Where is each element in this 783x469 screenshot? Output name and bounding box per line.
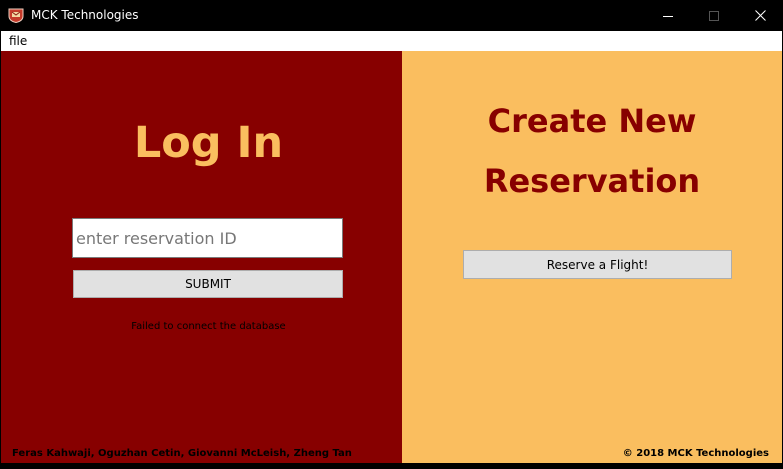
reservation-panel: Create New Reservation Reserve a Flight!…	[402, 51, 782, 463]
app-window: MCK Technologies file Log In SUBMIT Fail…	[0, 0, 783, 469]
menu-file[interactable]: file	[9, 33, 27, 49]
maximize-icon	[709, 6, 719, 25]
minimize-button[interactable]	[645, 0, 691, 31]
copyright-text: © 2018 MCK Technologies	[622, 448, 769, 459]
close-icon	[754, 6, 766, 25]
reserve-flight-button[interactable]: Reserve a Flight!	[463, 250, 732, 279]
status-message: Failed to connect the database	[131, 321, 286, 332]
title-bar[interactable]: MCK Technologies	[0, 0, 783, 31]
close-button[interactable]	[737, 0, 783, 31]
window-title: MCK Technologies	[31, 8, 139, 22]
reservation-title-line1: Create New	[487, 102, 697, 140]
maximize-button[interactable]	[691, 0, 737, 31]
minimize-icon	[663, 6, 673, 25]
authors-credit: Feras Kahwaji, Oguzhan Cetin, Giovanni M…	[12, 448, 352, 459]
login-panel: Log In SUBMIT Failed to connect the data…	[1, 51, 402, 463]
reservation-id-input[interactable]	[72, 218, 343, 258]
menu-bar: file	[1, 31, 782, 51]
login-title: Log In	[133, 118, 284, 168]
reservation-title: Create New Reservation	[402, 91, 782, 211]
submit-button[interactable]: SUBMIT	[73, 270, 343, 298]
shield-logo-icon	[8, 8, 24, 24]
reservation-title-line2: Reservation	[483, 162, 701, 200]
